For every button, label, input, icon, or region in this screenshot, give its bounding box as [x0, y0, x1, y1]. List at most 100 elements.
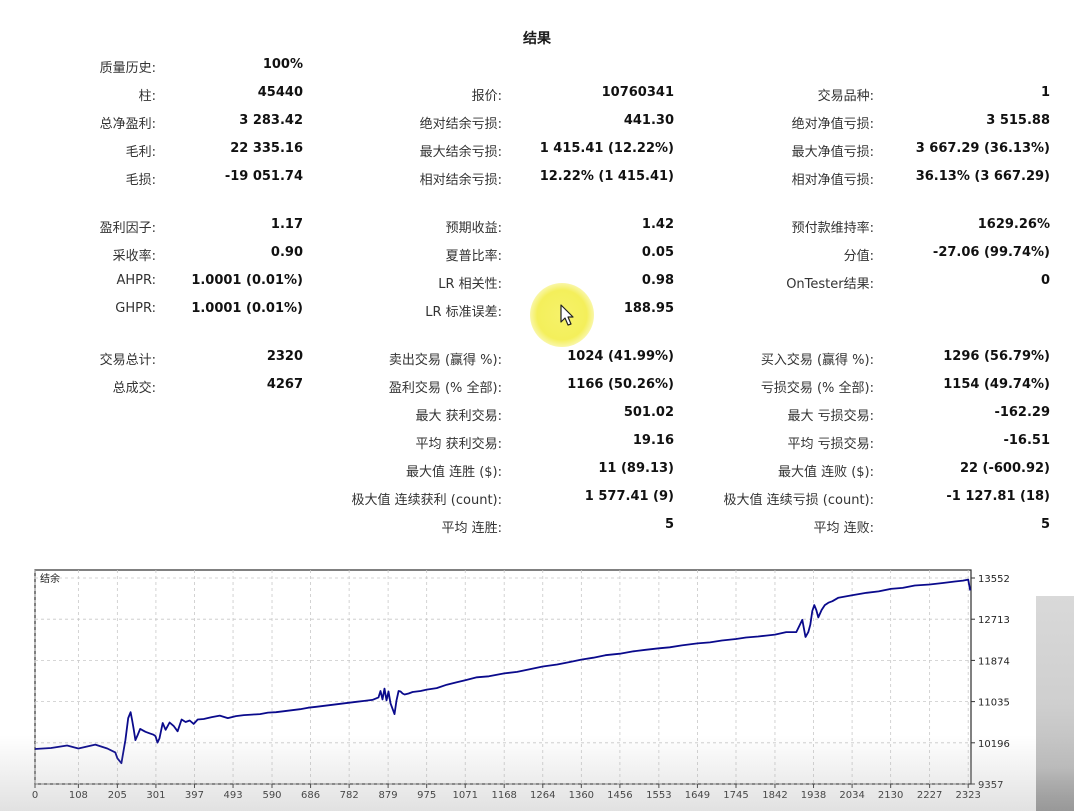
- x-tick-label: 782: [340, 790, 359, 801]
- x-tick-label: 975: [417, 790, 436, 801]
- x-tick-label: 1360: [569, 790, 594, 801]
- symbols-value: 1: [1040, 85, 1050, 100]
- ghpr-value: 1.0001 (0.01%): [191, 301, 303, 316]
- x-tick-label: 1938: [801, 790, 826, 801]
- chart-title: 结余: [40, 572, 60, 585]
- gross-loss-label: 毛损:: [125, 173, 156, 188]
- net-profit-label: 总净盈利:: [99, 117, 156, 132]
- profit-trades-label: 盈利交易 (% 全部):: [388, 381, 502, 396]
- stats-row: 质量历史: 100%: [0, 57, 1074, 77]
- expected-payoff-value: 1.42: [641, 217, 674, 232]
- x-tick-label: 2323: [955, 790, 980, 801]
- stats-row: 最大 获利交易: 501.02 最大 亏损交易: -162.29: [0, 405, 1074, 425]
- avg-consec-wins-value: 5: [664, 517, 674, 532]
- y-tick-label: 13552: [978, 574, 1010, 585]
- max-equity-dd-label: 最大净值亏损:: [791, 145, 874, 160]
- y-tick-label: 9357: [978, 780, 1003, 791]
- margin-level-label: 预付款维持率:: [791, 221, 874, 236]
- lr-correlation-value: 0.98: [641, 273, 674, 288]
- rel-balance-dd-value: 12.22% (1 415.41): [539, 169, 674, 184]
- stats-row: 总净盈利: 3 283.42 绝对结余亏损: 441.30 绝对净值亏损: 3 …: [0, 113, 1074, 133]
- lr-std-error-value: 188.95: [623, 301, 674, 316]
- x-tick-label: 590: [262, 790, 281, 801]
- loss-trades-label: 亏损交易 (% 全部):: [760, 381, 874, 396]
- x-tick-label: 1553: [646, 790, 671, 801]
- avg-loss-label: 平均 亏损交易:: [787, 437, 874, 452]
- x-tick-label: 2034: [839, 790, 864, 801]
- x-tick-label: 108: [69, 790, 88, 801]
- largest-profit-value: 501.02: [623, 405, 674, 420]
- long-trades-label: 买入交易 (赢得 %):: [760, 353, 874, 368]
- x-tick-label: 2130: [878, 790, 903, 801]
- rel-equity-dd-value: 36.13% (3 667.29): [915, 169, 1050, 184]
- x-tick-label: 1456: [607, 790, 632, 801]
- stats-row: 柱: 45440 报价: 10760341 交易品种: 1: [0, 85, 1074, 105]
- lr-correlation-label: LR 相关性:: [438, 277, 502, 292]
- sharpe-ratio-label: 夏普比率:: [445, 249, 502, 264]
- x-tick-label: 205: [108, 790, 127, 801]
- x-tick-label: 879: [379, 790, 398, 801]
- results-title: 结果: [523, 31, 551, 47]
- max-consec-profit-value: 1 577.41 (9): [584, 489, 674, 504]
- x-tick-label: 1071: [453, 790, 478, 801]
- x-tick-label: 1745: [723, 790, 748, 801]
- avg-consec-losses-label: 平均 连败:: [813, 521, 874, 536]
- recovery-factor-label: 采收率:: [112, 249, 156, 264]
- total-trades-label: 交易总计:: [99, 353, 156, 368]
- short-trades-value: 1024 (41.99%): [567, 349, 674, 364]
- gross-profit-label: 毛利:: [125, 145, 156, 160]
- ticks-value: 10760341: [601, 85, 674, 100]
- x-tick-label: 1649: [685, 790, 710, 801]
- stats-row: 平均 获利交易: 19.16 平均 亏损交易: -16.51: [0, 433, 1074, 453]
- rel-equity-dd-label: 相对净值亏损:: [791, 173, 874, 188]
- max-consec-wins-label: 最大值 连胜 ($):: [405, 465, 502, 480]
- largest-loss-value: -162.29: [994, 405, 1050, 420]
- max-balance-dd-value: 1 415.41 (12.22%): [539, 141, 674, 156]
- ghpr-label: GHPR:: [115, 301, 156, 316]
- largest-profit-label: 最大 获利交易:: [415, 409, 502, 424]
- avg-loss-value: -16.51: [1003, 433, 1050, 448]
- total-deals-label: 总成交:: [112, 381, 156, 396]
- max-consec-losses-value: 22 (-600.92): [959, 461, 1050, 476]
- max-balance-dd-label: 最大结余亏损:: [419, 145, 502, 160]
- ontester-result-label: OnTester结果:: [786, 277, 874, 292]
- stats-row: 最大值 连胜 ($): 11 (89.13) 最大值 连败 ($): 22 (-…: [0, 461, 1074, 481]
- profit-trades-value: 1166 (50.26%): [567, 377, 674, 392]
- loss-trades-value: 1154 (49.74%): [943, 377, 1050, 392]
- z-score-value: -27.06 (99.74%): [932, 245, 1050, 260]
- largest-loss-label: 最大 亏损交易:: [787, 409, 874, 424]
- stats-row: 交易总计: 2320 卖出交易 (赢得 %): 1024 (41.99%) 买入…: [0, 349, 1074, 369]
- abs-balance-dd-value: 441.30: [623, 113, 674, 128]
- gross-loss-value: -19 051.74: [224, 169, 303, 184]
- short-trades-label: 卖出交易 (赢得 %):: [388, 353, 502, 368]
- y-tick-label: 10196: [978, 739, 1010, 750]
- mouse-pointer-icon: [560, 304, 574, 326]
- total-trades-value: 2320: [266, 349, 303, 364]
- stats-row: 毛损: -19 051.74 相对结余亏损: 12.22% (1 415.41)…: [0, 169, 1074, 189]
- bars-value: 45440: [257, 85, 303, 100]
- recovery-factor-value: 0.90: [270, 245, 303, 260]
- x-tick-label: 1842: [762, 790, 787, 801]
- avg-profit-value: 19.16: [632, 433, 674, 448]
- stats-row: 极大值 连续获利 (count): 1 577.41 (9) 极大值 连续亏损 …: [0, 489, 1074, 509]
- max-consec-loss-value: -1 127.81 (18): [946, 489, 1050, 504]
- x-tick-label: 2227: [917, 790, 942, 801]
- x-tick-label: 686: [301, 790, 320, 801]
- profit-factor-label: 盈利因子:: [99, 221, 156, 236]
- x-tick-label: 493: [223, 790, 242, 801]
- x-tick-label: 301: [146, 790, 165, 801]
- x-tick-label: 1168: [491, 790, 516, 801]
- stats-row: 采收率: 0.90 夏普比率: 0.05 分值: -27.06 (99.74%): [0, 245, 1074, 265]
- avg-consec-losses-value: 5: [1040, 517, 1050, 532]
- background-photo-edge: [1036, 596, 1074, 811]
- x-tick-label: 0: [32, 790, 38, 801]
- stats-row: 盈利因子: 1.17 预期收益: 1.42 预付款维持率: 1629.26%: [0, 217, 1074, 237]
- max-equity-dd-value: 3 667.29 (36.13%): [915, 141, 1050, 156]
- margin-level-value: 1629.26%: [977, 217, 1050, 232]
- abs-balance-dd-label: 绝对结余亏损:: [419, 117, 502, 132]
- stats-row: 总成交: 4267 盈利交易 (% 全部): 1166 (50.26%) 亏损交…: [0, 377, 1074, 397]
- history-quality-label: 质量历史:: [99, 61, 156, 76]
- max-consec-loss-label: 极大值 连续亏损 (count):: [723, 493, 874, 508]
- sharpe-ratio-value: 0.05: [641, 245, 674, 260]
- symbols-label: 交易品种:: [817, 89, 874, 104]
